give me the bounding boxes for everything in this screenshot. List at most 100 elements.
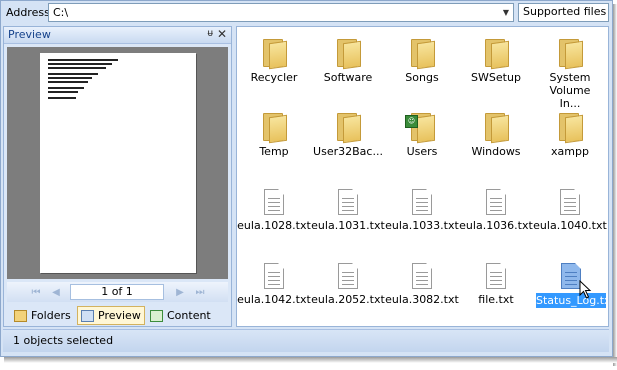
text-file-icon (412, 189, 432, 215)
page-line (48, 91, 78, 93)
content-icon (150, 309, 163, 322)
tab-folders[interactable]: Folders (11, 306, 74, 325)
file-item-selected[interactable]: Status_Log.txt (536, 259, 609, 308)
folder-item[interactable]: Windows (459, 111, 533, 158)
tab-label: Content (167, 309, 211, 322)
preview-panel: Preview ᵾ ✕ ⏮ ◀ 1 of 1 ▶ ⏭ Folders Previ (3, 26, 232, 327)
item-label: Temp (259, 145, 289, 158)
folder-item[interactable]: User32Bac... (311, 111, 385, 158)
folder-item[interactable]: SWSetup (459, 37, 533, 84)
panel-tabs: Folders Preview Content (7, 305, 232, 327)
folder-icon (409, 37, 435, 70)
item-label: User32Bac... (313, 145, 383, 158)
folder-icon (261, 111, 287, 144)
window-shadow-right (613, 4, 617, 366)
item-label: xampp (551, 145, 589, 158)
folder-icon (335, 37, 361, 70)
tab-label: Folders (31, 309, 71, 322)
item-label: eula.3082.txt (385, 293, 459, 306)
item-label: Windows (471, 145, 521, 158)
text-file-icon (560, 189, 580, 215)
item-label: eula.1028.txt (237, 219, 311, 232)
address-field[interactable]: ▼ (48, 3, 514, 22)
item-label: eula.1031.txt (311, 219, 385, 232)
file-item[interactable]: file.txt (459, 259, 533, 306)
file-item[interactable]: eula.1042.txt (237, 259, 311, 306)
text-file-icon (561, 263, 581, 289)
page-line (48, 73, 98, 75)
tab-preview[interactable]: Preview (77, 306, 145, 325)
item-label: Users (406, 145, 438, 158)
item-label: Songs (405, 71, 439, 84)
folder-item[interactable]: Songs (385, 37, 459, 84)
first-page-icon[interactable]: ⏮ (29, 285, 43, 299)
tab-label: Preview (98, 309, 141, 322)
folder-icon (14, 309, 27, 322)
item-label: eula.1040.txt (533, 219, 607, 232)
last-page-icon[interactable]: ⏭ (193, 285, 207, 299)
prev-page-icon[interactable]: ◀ (49, 285, 63, 299)
folder-item[interactable]: xampp (533, 111, 607, 158)
file-item[interactable]: eula.1033.txt (385, 185, 459, 232)
preview-icon (81, 309, 94, 322)
folder-icon: ☺ (405, 111, 435, 144)
folder-item[interactable]: Software (311, 37, 385, 84)
mouse-cursor-icon (579, 280, 592, 299)
status-bar: 1 objects selected (3, 329, 609, 352)
pin-icon[interactable]: ᵾ (208, 28, 213, 39)
folder-item[interactable]: Recycler (237, 37, 311, 84)
file-item[interactable]: eula.1031.txt (311, 185, 385, 232)
page-line (48, 87, 84, 89)
chevron-down-icon[interactable]: ▼ (499, 4, 513, 21)
close-icon[interactable]: ✕ (217, 27, 227, 41)
page-line (48, 63, 112, 65)
page-line (48, 59, 118, 61)
item-label: SWSetup (471, 71, 521, 84)
panel-title: Preview (8, 28, 51, 41)
folder-icon (261, 37, 287, 70)
item-label: Software (323, 71, 373, 84)
text-file-icon (486, 263, 506, 289)
item-label: eula.1042.txt (237, 293, 311, 306)
address-label: Address (6, 6, 50, 19)
file-filter-select[interactable]: Supported files (518, 3, 609, 22)
file-item[interactable]: eula.1036.txt (459, 185, 533, 232)
window-shadow-bottom (4, 357, 617, 363)
folder-icon (483, 37, 509, 70)
item-label: Recycler (250, 71, 298, 84)
file-item[interactable]: eula.3082.txt (385, 259, 459, 306)
folder-icon (557, 111, 583, 144)
folder-icon (557, 37, 583, 70)
next-page-icon[interactable]: ▶ (173, 285, 187, 299)
folder-icon (335, 111, 361, 144)
user-icon: ☺ (405, 115, 418, 128)
folder-item[interactable]: Temp (237, 111, 311, 158)
folder-item[interactable]: ☺ Users (385, 111, 459, 158)
text-file-icon (412, 263, 432, 289)
preview-page (40, 53, 196, 273)
item-label: file.txt (478, 293, 514, 306)
file-list: Recycler Software Songs SWSetup System V… (236, 26, 609, 327)
item-label: Status_Log.txt (536, 293, 609, 308)
page-line (48, 81, 88, 83)
document-preview (7, 47, 228, 279)
page-line (48, 97, 76, 99)
page-line (48, 67, 106, 69)
page-line (48, 77, 92, 79)
file-item[interactable]: eula.2052.txt (311, 259, 385, 306)
page-indicator: 1 of 1 (70, 284, 164, 300)
folder-item[interactable]: System Volume In... (533, 37, 607, 110)
page-navigator: ⏮ ◀ 1 of 1 ▶ ⏭ (7, 282, 228, 302)
tab-content[interactable]: Content (147, 306, 214, 325)
text-file-icon (486, 189, 506, 215)
status-text: 1 objects selected (13, 334, 114, 347)
file-item[interactable]: eula.1028.txt (237, 185, 311, 232)
text-file-icon (264, 189, 284, 215)
text-file-icon (264, 263, 284, 289)
folder-icon (483, 111, 509, 144)
item-label: eula.2052.txt (311, 293, 385, 306)
panel-header: Preview ᵾ ✕ (4, 27, 231, 44)
item-label: eula.1036.txt (459, 219, 533, 232)
file-item[interactable]: eula.1040.txt (533, 185, 607, 232)
address-input[interactable] (49, 4, 497, 21)
